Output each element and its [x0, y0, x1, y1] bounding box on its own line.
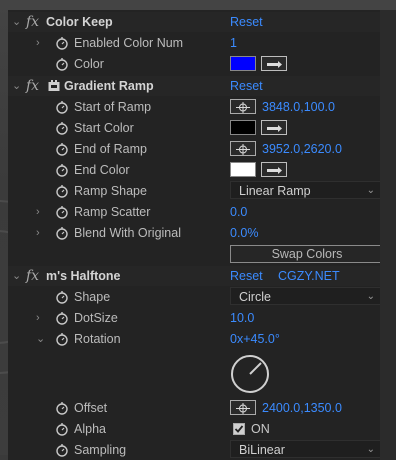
- property-row-rotation: ⌄ Rotation 0x+45.0°: [8, 329, 380, 349]
- chevron-down-icon: ⌄: [366, 444, 375, 455]
- effect-controls-panel: ⌄ fx Color Keep Reset › Enabled Color Nu…: [8, 10, 380, 460]
- fx-icon[interactable]: fx: [26, 12, 39, 32]
- crosshair-icon[interactable]: [230, 141, 256, 156]
- chevron-right-icon[interactable]: ›: [36, 33, 48, 53]
- reset-link[interactable]: Reset: [230, 12, 263, 32]
- property-row-enabled-color-num: › Enabled Color Num 1: [8, 33, 380, 53]
- property-row-end-color: End Color: [8, 160, 380, 180]
- sampling-dropdown[interactable]: BiLinear ⌄: [230, 440, 380, 458]
- fx-icon[interactable]: fx: [26, 266, 39, 286]
- property-value[interactable]: 2400.0,1350.0: [262, 398, 342, 418]
- property-row-color: Color: [8, 54, 380, 74]
- chevron-right-icon[interactable]: ›: [36, 223, 48, 243]
- property-value[interactable]: 3952.0,2620.0: [262, 139, 342, 159]
- stopwatch-icon[interactable]: [55, 311, 69, 325]
- property-value[interactable]: 0x+45.0°: [230, 329, 280, 349]
- property-label: End Color: [74, 163, 130, 177]
- property-value[interactable]: 1: [230, 33, 237, 53]
- stopwatch-icon[interactable]: [55, 401, 69, 415]
- property-row-ramp-shape: Ramp Shape Linear Ramp ⌄: [8, 181, 380, 201]
- plugin-icon: [48, 80, 60, 91]
- property-label: Ramp Scatter: [74, 205, 151, 219]
- property-value[interactable]: 0.0: [230, 202, 247, 222]
- stopwatch-icon[interactable]: [55, 163, 69, 177]
- property-label: Shape: [74, 290, 111, 304]
- property-label: End of Ramp: [74, 142, 147, 156]
- property-value[interactable]: 3848.0,100.0: [262, 97, 335, 117]
- property-value[interactable]: 10.0: [230, 308, 254, 328]
- chevron-right-icon[interactable]: ›: [36, 308, 48, 328]
- property-value[interactable]: 0.0%: [230, 223, 259, 243]
- crosshair-icon[interactable]: [230, 99, 256, 114]
- color-swatch[interactable]: [230, 120, 256, 135]
- reset-link[interactable]: Reset: [230, 266, 263, 286]
- property-row-sampling: Sampling BiLinear ⌄: [8, 440, 380, 460]
- property-label: Start Color: [74, 121, 134, 135]
- effect-header-halftone[interactable]: ⌄ fx m's Halftone Reset CGZY.NET: [8, 266, 380, 286]
- eyedropper-icon[interactable]: [261, 162, 287, 177]
- property-row-alpha: Alpha ON: [8, 419, 380, 439]
- color-swatch[interactable]: [230, 162, 256, 177]
- stopwatch-icon[interactable]: [55, 121, 69, 135]
- ramp-shape-dropdown[interactable]: Linear Ramp ⌄: [230, 181, 380, 199]
- property-label: Enabled Color Num: [74, 36, 184, 50]
- stopwatch-icon[interactable]: [55, 422, 69, 436]
- property-label: Ramp Shape: [74, 184, 147, 198]
- eyedropper-icon[interactable]: [261, 56, 287, 71]
- property-label: Offset: [74, 401, 108, 415]
- chevron-down-icon: ⌄: [366, 185, 375, 196]
- effect-name: m's Halftone: [46, 269, 121, 283]
- effect-name: Gradient Ramp: [64, 79, 154, 93]
- color-swatch[interactable]: [230, 56, 256, 71]
- chevron-down-icon[interactable]: ⌄: [36, 329, 48, 349]
- chevron-down-icon[interactable]: ⌄: [12, 266, 24, 286]
- swap-colors-button[interactable]: Swap Colors: [230, 245, 380, 263]
- property-label: DotSize: [74, 311, 118, 325]
- stopwatch-icon[interactable]: [55, 290, 69, 304]
- checkbox-label: ON: [251, 422, 270, 436]
- chevron-down-icon: ⌄: [366, 291, 375, 302]
- swap-colors-row: Swap Colors: [8, 244, 380, 264]
- credit-link[interactable]: CGZY.NET: [278, 266, 340, 286]
- property-label: Alpha: [74, 422, 106, 436]
- property-label: Color: [74, 57, 104, 71]
- fx-icon[interactable]: fx: [26, 76, 39, 96]
- dropdown-value: Circle: [239, 290, 271, 304]
- property-row-start-of-ramp: Start of Ramp 3848.0,100.0: [8, 97, 380, 117]
- stopwatch-icon[interactable]: [55, 36, 69, 50]
- stopwatch-icon[interactable]: [55, 142, 69, 156]
- eyedropper-icon[interactable]: [261, 120, 287, 135]
- property-row-end-of-ramp: End of Ramp 3952.0,2620.0: [8, 139, 380, 159]
- property-label: Rotation: [74, 332, 121, 346]
- stopwatch-icon[interactable]: [55, 57, 69, 71]
- angle-dial-icon[interactable]: [228, 352, 272, 396]
- stopwatch-icon[interactable]: [55, 205, 69, 219]
- property-row-ramp-scatter: › Ramp Scatter 0.0: [8, 202, 380, 222]
- stopwatch-icon[interactable]: [55, 332, 69, 346]
- stopwatch-icon[interactable]: [55, 100, 69, 114]
- shape-dropdown[interactable]: Circle ⌄: [230, 287, 380, 305]
- panel-scrollbar[interactable]: [380, 10, 396, 460]
- rotation-dial-row: [8, 350, 380, 400]
- stopwatch-icon[interactable]: [55, 184, 69, 198]
- stopwatch-icon[interactable]: [55, 226, 69, 240]
- crosshair-icon[interactable]: [230, 400, 256, 415]
- property-label: Start of Ramp: [74, 100, 152, 114]
- property-row-dotsize: › DotSize 10.0: [8, 308, 380, 328]
- property-row-blend-with-original: › Blend With Original 0.0%: [8, 223, 380, 243]
- chevron-down-icon[interactable]: ⌄: [12, 76, 24, 96]
- property-label: Blend With Original: [74, 226, 181, 240]
- effect-header-gradient-ramp[interactable]: ⌄ fx Gradient Ramp Reset: [8, 76, 380, 96]
- checkbox-checked-icon[interactable]: [233, 423, 245, 435]
- dropdown-value: Linear Ramp: [239, 184, 311, 198]
- chevron-down-icon[interactable]: ⌄: [12, 12, 24, 32]
- property-label: Sampling: [74, 443, 127, 457]
- property-row-shape: Shape Circle ⌄: [8, 287, 380, 307]
- effect-header-color-keep[interactable]: ⌄ fx Color Keep Reset: [8, 12, 380, 32]
- effect-name: Color Keep: [46, 15, 113, 29]
- property-row-offset: Offset 2400.0,1350.0: [8, 398, 380, 418]
- chevron-right-icon[interactable]: ›: [36, 202, 48, 222]
- property-row-start-color: Start Color: [8, 118, 380, 138]
- reset-link[interactable]: Reset: [230, 76, 263, 96]
